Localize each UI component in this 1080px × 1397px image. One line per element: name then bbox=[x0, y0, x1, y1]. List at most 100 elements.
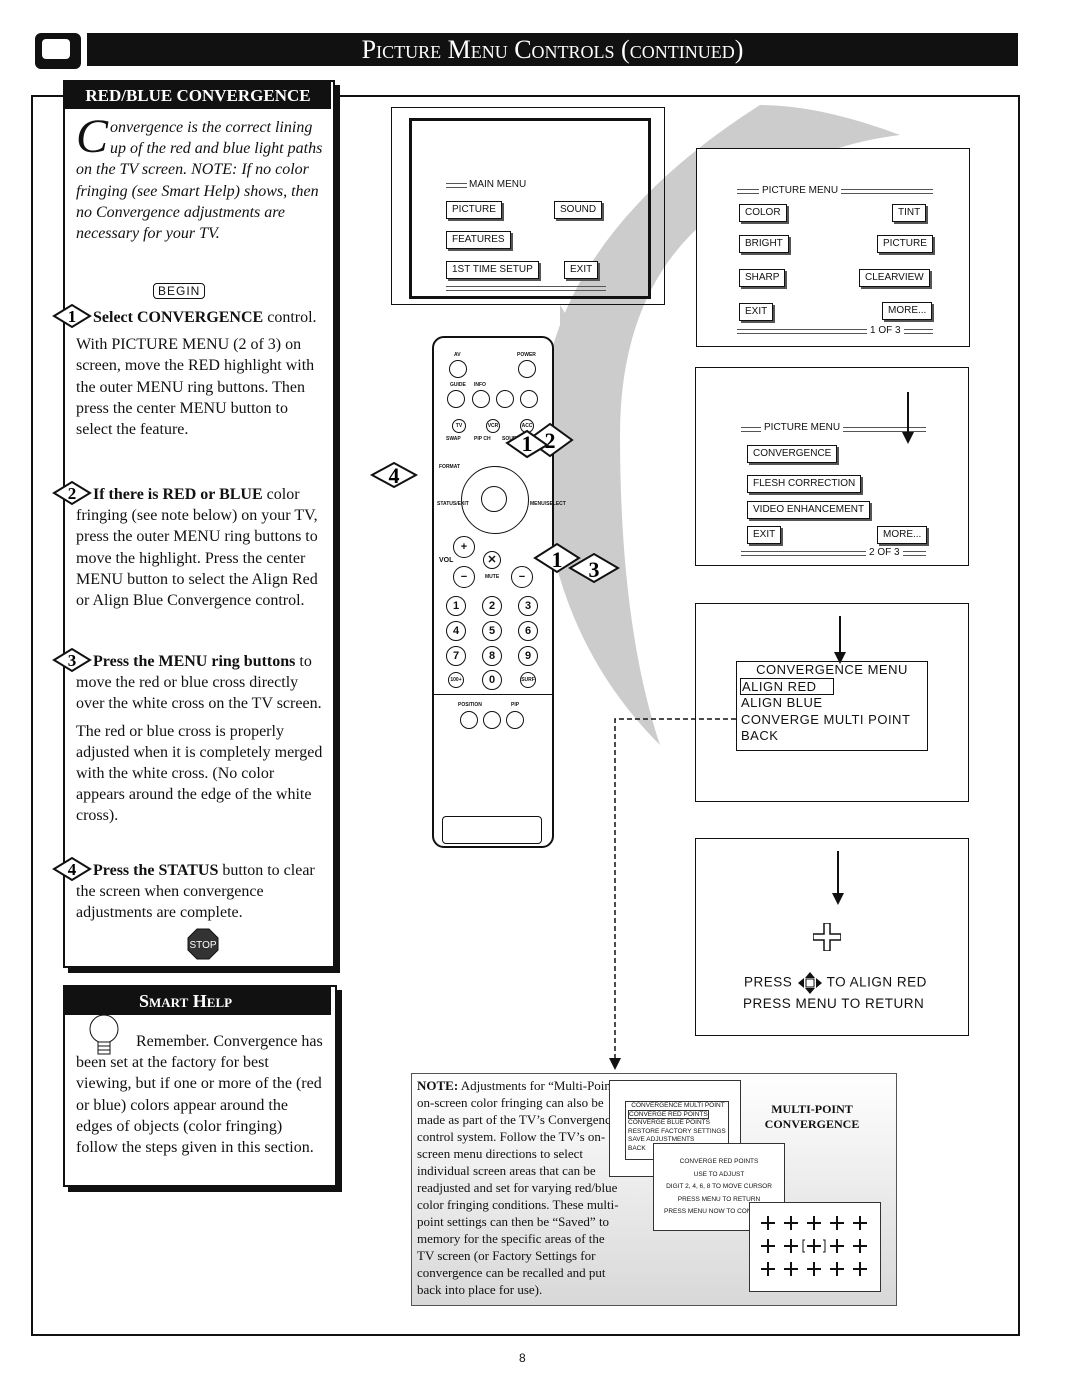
flesh-correction-button[interactable]: FLESH CORRECTION bbox=[747, 475, 862, 493]
main-menu-title: MAIN MENU bbox=[467, 179, 529, 190]
more-button[interactable]: MORE... bbox=[877, 526, 928, 544]
intro-text: Convergence is the correct lining up of … bbox=[76, 110, 326, 244]
convergence-button[interactable]: CONVERGENCE bbox=[747, 445, 838, 463]
cross-mark bbox=[807, 1262, 821, 1276]
more-button[interactable]: MORE... bbox=[882, 302, 933, 320]
menu-features-button[interactable]: FEATURES bbox=[446, 231, 511, 249]
digit-0-button[interactable]: 0 bbox=[482, 670, 502, 690]
remote-button[interactable] bbox=[520, 390, 538, 408]
digit-6-button[interactable]: 6 bbox=[518, 621, 538, 641]
manual-page: Picture Menu Controls (continued) RED/BL… bbox=[0, 0, 1080, 1397]
step-3-title: Press the MENU ring buttons bbox=[93, 653, 296, 670]
bright-button[interactable]: BRIGHT bbox=[739, 235, 789, 253]
menu-sound-button[interactable]: SOUND bbox=[554, 201, 603, 219]
pip-button[interactable] bbox=[506, 711, 524, 729]
cross-mark bbox=[830, 1216, 844, 1230]
svg-text:1: 1 bbox=[68, 307, 77, 326]
page-title: Picture Menu Controls (continued) bbox=[87, 33, 1018, 66]
step-2-text: color fringing (see note below) on your … bbox=[76, 486, 318, 610]
position-button[interactable] bbox=[460, 711, 478, 729]
digit-5-button[interactable]: 5 bbox=[482, 621, 502, 641]
step-1: 1 Select CONVERGENCE control. With PICTU… bbox=[52, 303, 326, 440]
cross-mark bbox=[784, 1262, 798, 1276]
digit-8-button[interactable]: 8 bbox=[482, 646, 502, 666]
remote-button[interactable] bbox=[496, 390, 514, 408]
clearview-button[interactable]: CLEARVIEW bbox=[859, 269, 930, 287]
av-button[interactable] bbox=[449, 360, 467, 378]
step-2-title: If there is RED or BLUE bbox=[93, 486, 263, 503]
cross-mark bbox=[807, 1239, 821, 1253]
cross-mark bbox=[853, 1239, 867, 1253]
digit-9-button[interactable]: 9 bbox=[518, 646, 538, 666]
tint-button[interactable]: TINT bbox=[892, 204, 927, 222]
cross-grid-screen bbox=[749, 1202, 881, 1292]
cross-mark bbox=[784, 1216, 798, 1230]
multi-point-note: NOTE: Adjustments for “Multi-Point” on-s… bbox=[411, 1073, 897, 1306]
convergence-menu: CONVERGENCE MENU ALIGN RED ALIGN BLUE CO… bbox=[736, 661, 928, 751]
svg-text:2: 2 bbox=[68, 484, 77, 503]
digit-4-button[interactable]: 4 bbox=[446, 621, 466, 641]
picture-button[interactable]: PICTURE bbox=[877, 235, 933, 253]
step-1-text: control. bbox=[263, 309, 317, 326]
svg-text:3: 3 bbox=[68, 651, 77, 670]
step-1-detail: With PICTURE MENU (2 of 3) on screen, mo… bbox=[76, 336, 315, 439]
info-button[interactable] bbox=[472, 390, 490, 408]
cross-mark bbox=[784, 1239, 798, 1253]
dashed-connector bbox=[609, 718, 736, 1070]
arrow-down-icon bbox=[834, 616, 846, 664]
intro-body: onvergence is the correct lining up of t… bbox=[76, 119, 323, 243]
direction-pad-icon bbox=[797, 972, 822, 994]
menu-first-time-setup-button[interactable]: 1ST TIME SETUP bbox=[446, 261, 539, 279]
cross-mark bbox=[853, 1262, 867, 1276]
svg-text:1: 1 bbox=[522, 431, 533, 456]
tv-icon bbox=[35, 33, 81, 69]
surf-button[interactable]: SURF bbox=[520, 672, 536, 688]
arrow-down-icon bbox=[902, 392, 914, 444]
digit-7-button[interactable]: 7 bbox=[446, 646, 466, 666]
begin-badge: BEGIN bbox=[153, 283, 206, 299]
smart-help-panel: Smart Help Remember. Convergence has bee… bbox=[63, 985, 337, 1187]
pip-center-button[interactable] bbox=[483, 711, 501, 729]
convergence-menu-title: CONVERGENCE MENU bbox=[756, 662, 908, 677]
converge-multi-point-item[interactable]: CONVERGE MULTI POINT bbox=[737, 712, 927, 729]
back-item[interactable]: BACK bbox=[737, 728, 927, 745]
guide-button[interactable] bbox=[447, 390, 465, 408]
cross-mark bbox=[761, 1239, 775, 1253]
picture-menu-title: PICTURE MENU bbox=[761, 422, 844, 433]
align-blue-item[interactable]: ALIGN BLUE bbox=[737, 695, 927, 712]
align-instruction: PRESS TO ALIGN RED bbox=[744, 971, 927, 995]
step-3: 3 Press the MENU ring buttons to move th… bbox=[52, 647, 326, 827]
exit-button[interactable]: EXIT bbox=[739, 303, 774, 321]
cross-mark bbox=[853, 1216, 867, 1230]
digit-3-button[interactable]: 3 bbox=[518, 596, 538, 616]
cross-mark bbox=[761, 1216, 775, 1230]
return-instruction: PRESS MENU TO RETURN bbox=[743, 996, 925, 1011]
video-enhancement-button[interactable]: VIDEO ENHANCEMENT bbox=[747, 501, 871, 519]
note-text: NOTE: Adjustments for “Multi-Point” on-s… bbox=[417, 1078, 621, 1297]
align-red-item[interactable]: ALIGN RED bbox=[740, 677, 834, 695]
step-2: 2 If there is RED or BLUE color fringing… bbox=[52, 480, 326, 611]
arrow-down-icon bbox=[832, 851, 844, 905]
cross-mark bbox=[830, 1262, 844, 1276]
smart-help-text: Remember. Convergence has been set at th… bbox=[76, 1033, 323, 1157]
svg-text:3: 3 bbox=[589, 557, 600, 582]
menu-exit-button[interactable]: EXIT bbox=[564, 261, 599, 279]
page-number: 8 bbox=[519, 1351, 526, 1365]
digit-1-button[interactable]: 1 bbox=[446, 596, 466, 616]
color-button[interactable]: COLOR bbox=[739, 204, 787, 222]
exit-button[interactable]: EXIT bbox=[747, 526, 782, 544]
svg-text:2: 2 bbox=[545, 428, 556, 453]
sharp-button[interactable]: SHARP bbox=[739, 269, 786, 287]
cross-mark bbox=[807, 1216, 821, 1230]
svg-text:4: 4 bbox=[68, 860, 77, 879]
multi-point-title: MULTI-POINT CONVERGENCE bbox=[764, 1102, 860, 1131]
digit-2-button[interactable]: 2 bbox=[482, 596, 502, 616]
drop-cap: C bbox=[76, 110, 109, 163]
step-4-title: Press the STATUS bbox=[93, 862, 219, 879]
menu-picture-button[interactable]: PICTURE bbox=[446, 201, 502, 219]
power-button[interactable] bbox=[518, 360, 536, 378]
step-4: 4 Press the STATUS button to clear the s… bbox=[52, 856, 326, 924]
step-callouts: 2 1 4 3 1 bbox=[370, 422, 620, 584]
100-plus-button[interactable]: 100+ bbox=[448, 672, 464, 688]
white-cross-icon bbox=[813, 923, 841, 951]
